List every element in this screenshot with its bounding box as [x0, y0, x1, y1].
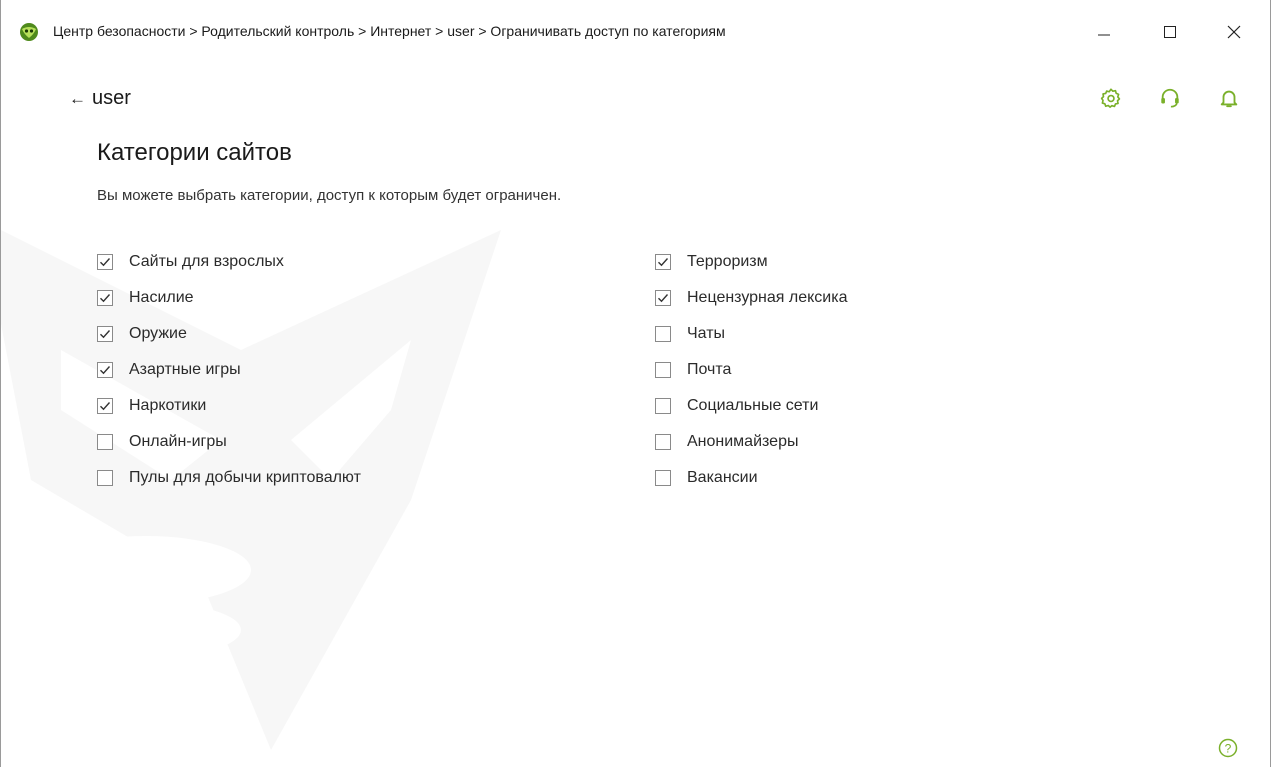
category-checkbox-row[interactable]: Насилие — [97, 280, 361, 316]
checkbox[interactable] — [655, 254, 671, 270]
categories-right-column: Терроризм Нецензурная лексика Чаты Почта Соц… — [655, 244, 848, 496]
checkbox[interactable] — [655, 434, 671, 450]
category-label: Социальные сети — [687, 397, 819, 414]
checkmark-icon — [100, 366, 111, 375]
category-checkbox-row[interactable]: Анонимайзеры — [655, 424, 848, 460]
category-label: Терроризм — [687, 253, 768, 270]
category-checkbox-row[interactable]: Чаты — [655, 316, 848, 352]
checkbox[interactable] — [655, 398, 671, 414]
checkbox[interactable] — [655, 470, 671, 486]
checkbox[interactable] — [97, 470, 113, 486]
checkbox[interactable] — [97, 362, 113, 378]
categories-left-column: Сайты для взрослых Насилие Оружие Азартные … — [97, 244, 361, 496]
checkmark-icon — [100, 330, 111, 339]
title-bar: Центр безопасности > Родительский контро… — [1, 0, 1270, 64]
minimize-button[interactable] — [1081, 12, 1127, 52]
close-button[interactable] — [1211, 12, 1257, 52]
category-label: Оружие — [129, 325, 187, 342]
category-label: Наркотики — [129, 397, 207, 414]
checkbox[interactable] — [655, 290, 671, 306]
headset-icon — [1161, 88, 1179, 108]
checkbox[interactable] — [97, 326, 113, 342]
checkbox[interactable] — [655, 362, 671, 378]
support-button[interactable] — [1158, 86, 1182, 110]
settings-button[interactable] — [1099, 86, 1123, 110]
category-checkbox-row[interactable]: Социальные сети — [655, 388, 848, 424]
category-checkbox-row[interactable]: Онлайн-игры — [97, 424, 361, 460]
minimize-icon — [1098, 34, 1110, 36]
checkbox[interactable] — [97, 254, 113, 270]
category-checkbox-row[interactable]: Сайты для взрослых — [97, 244, 361, 280]
category-label: Азартные игры — [129, 361, 241, 378]
arrow-left-icon: ← — [69, 89, 86, 108]
category-label: Вакансии — [687, 469, 758, 486]
back-button[interactable]: ← user — [69, 87, 131, 110]
category-checkbox-row[interactable]: Вакансии — [655, 460, 848, 496]
category-checkbox-row[interactable]: Пулы для добычи криптовалют — [97, 460, 361, 496]
maximize-icon — [1164, 26, 1176, 38]
category-label: Нецензурная лексика — [687, 289, 848, 306]
app-window: Центр безопасности > Родительский контро… — [0, 0, 1271, 767]
category-checkbox-row[interactable]: Оружие — [97, 316, 361, 352]
category-label: Пулы для добычи криптовалют — [129, 469, 361, 486]
category-label: Чаты — [687, 325, 726, 342]
help-icon[interactable]: ? — [1218, 738, 1238, 758]
checkbox[interactable] — [97, 398, 113, 414]
notifications-button[interactable] — [1217, 86, 1241, 110]
category-checkbox-row[interactable]: Нецензурная лексика — [655, 280, 848, 316]
gear-icon — [1100, 88, 1121, 108]
category-label: Сайты для взрослых — [129, 253, 284, 270]
category-checkbox-row[interactable]: Почта — [655, 352, 848, 388]
category-label: Почта — [687, 361, 732, 378]
category-checkbox-row[interactable]: Терроризм — [655, 244, 848, 280]
svg-text:?: ? — [1225, 741, 1232, 755]
category-label: Онлайн-игры — [129, 433, 227, 450]
checkbox[interactable] — [97, 434, 113, 450]
bell-icon — [1220, 90, 1238, 108]
page-description: Вы можете выбрать категории, доступ к ко… — [97, 187, 562, 204]
checkmark-icon — [100, 402, 111, 411]
checkmark-icon — [100, 294, 111, 303]
maximize-button[interactable] — [1147, 12, 1193, 52]
header-toolbar — [1099, 86, 1241, 110]
category-checkbox-row[interactable]: Наркотики — [97, 388, 361, 424]
back-label: user — [92, 87, 131, 109]
category-label: Насилие — [129, 289, 194, 306]
page-title: Категории сайтов — [97, 139, 292, 166]
category-checkbox-row[interactable]: Азартные игры — [97, 352, 361, 388]
window-title: Центр безопасности > Родительский контро… — [53, 23, 726, 39]
checkmark-icon — [658, 294, 669, 303]
app-logo-icon — [20, 23, 38, 41]
category-label: Анонимайзеры — [687, 433, 799, 450]
checkmark-icon — [658, 258, 669, 267]
checkbox[interactable] — [97, 290, 113, 306]
checkbox[interactable] — [655, 326, 671, 342]
close-icon — [1227, 25, 1241, 39]
checkmark-icon — [100, 258, 111, 267]
